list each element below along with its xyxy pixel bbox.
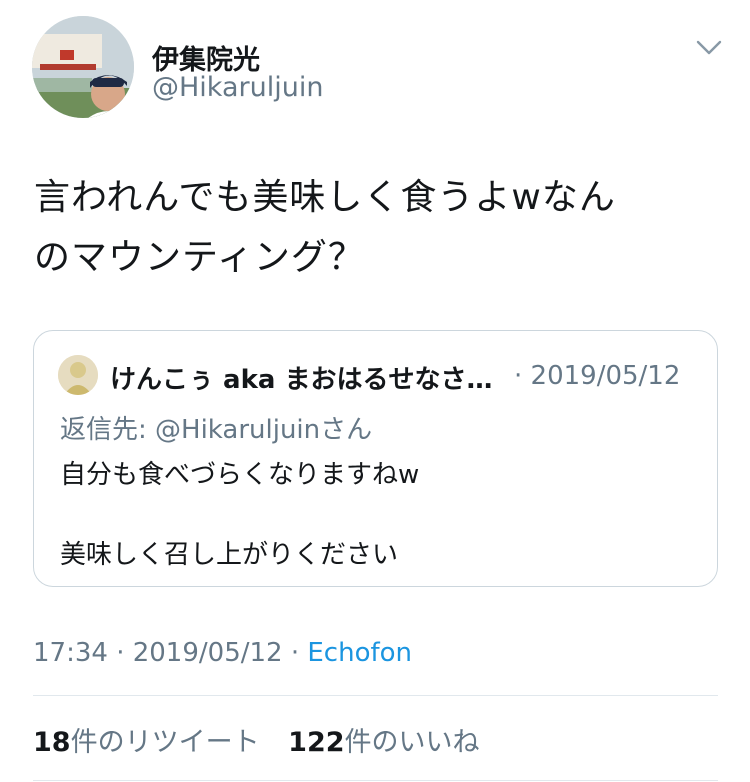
tweet-timestamp[interactable]: 17:34 · 2019/05/12 · <box>33 638 307 668</box>
divider <box>33 780 718 781</box>
tweet-text: 言われんでも美味しく食うよwなん のマウンティング？ <box>34 168 724 288</box>
quoted-tweet[interactable]: けんこぅ aka まおはるせなさ… · 2019/05/12 返信先: @Hik… <box>33 330 718 587</box>
tweet-text-line: 言われんでも美味しく食うよwなん <box>34 177 616 218</box>
retweets-stat[interactable]: 18件のリツイート <box>33 720 260 759</box>
tweet-header: 伊集院光 @Hikaruljuin <box>32 16 722 120</box>
quoted-author-name[interactable]: けんこぅ aka まおはるせなさ… <box>110 359 514 396</box>
author-handle[interactable]: @Hikaruljuin <box>152 72 323 103</box>
quoted-date: · 2019/05/12 <box>514 361 681 391</box>
retweets-label: 件のリツイート <box>70 727 260 758</box>
divider <box>33 695 718 696</box>
reply-suffix: さん <box>320 415 373 445</box>
retweets-count: 18 <box>33 727 71 758</box>
quoted-text-line: 美味しく召し上がりください <box>60 540 399 570</box>
reply-to-line: 返信先: @Hikaruljuinさん <box>60 409 372 446</box>
likes-count: 122 <box>288 727 345 758</box>
author-avatar[interactable] <box>32 16 134 118</box>
tweet-text-line: のマウンティング？ <box>34 237 365 278</box>
tweet-stats: 18件のリツイート 122件のいいね <box>33 720 500 759</box>
tweet-meta: 17:34 · 2019/05/12 · Echofon <box>33 638 412 668</box>
quoted-text: 自分も食べづらくなりますねw 美味しく召し上がりください <box>60 455 690 575</box>
reply-mention[interactable]: @Hikaruljuin <box>155 415 320 445</box>
quoted-author-avatar <box>58 355 98 395</box>
reply-prefix: 返信先: <box>60 415 156 445</box>
quoted-text-line: 自分も食べづらくなりますねw <box>60 460 420 490</box>
likes-label: 件のいいね <box>344 727 480 758</box>
chevron-down-icon[interactable] <box>696 40 722 56</box>
author-avatar-image <box>32 16 134 118</box>
tweet-source-link[interactable]: Echofon <box>307 638 412 668</box>
likes-stat[interactable]: 122件のいいね <box>288 720 479 759</box>
